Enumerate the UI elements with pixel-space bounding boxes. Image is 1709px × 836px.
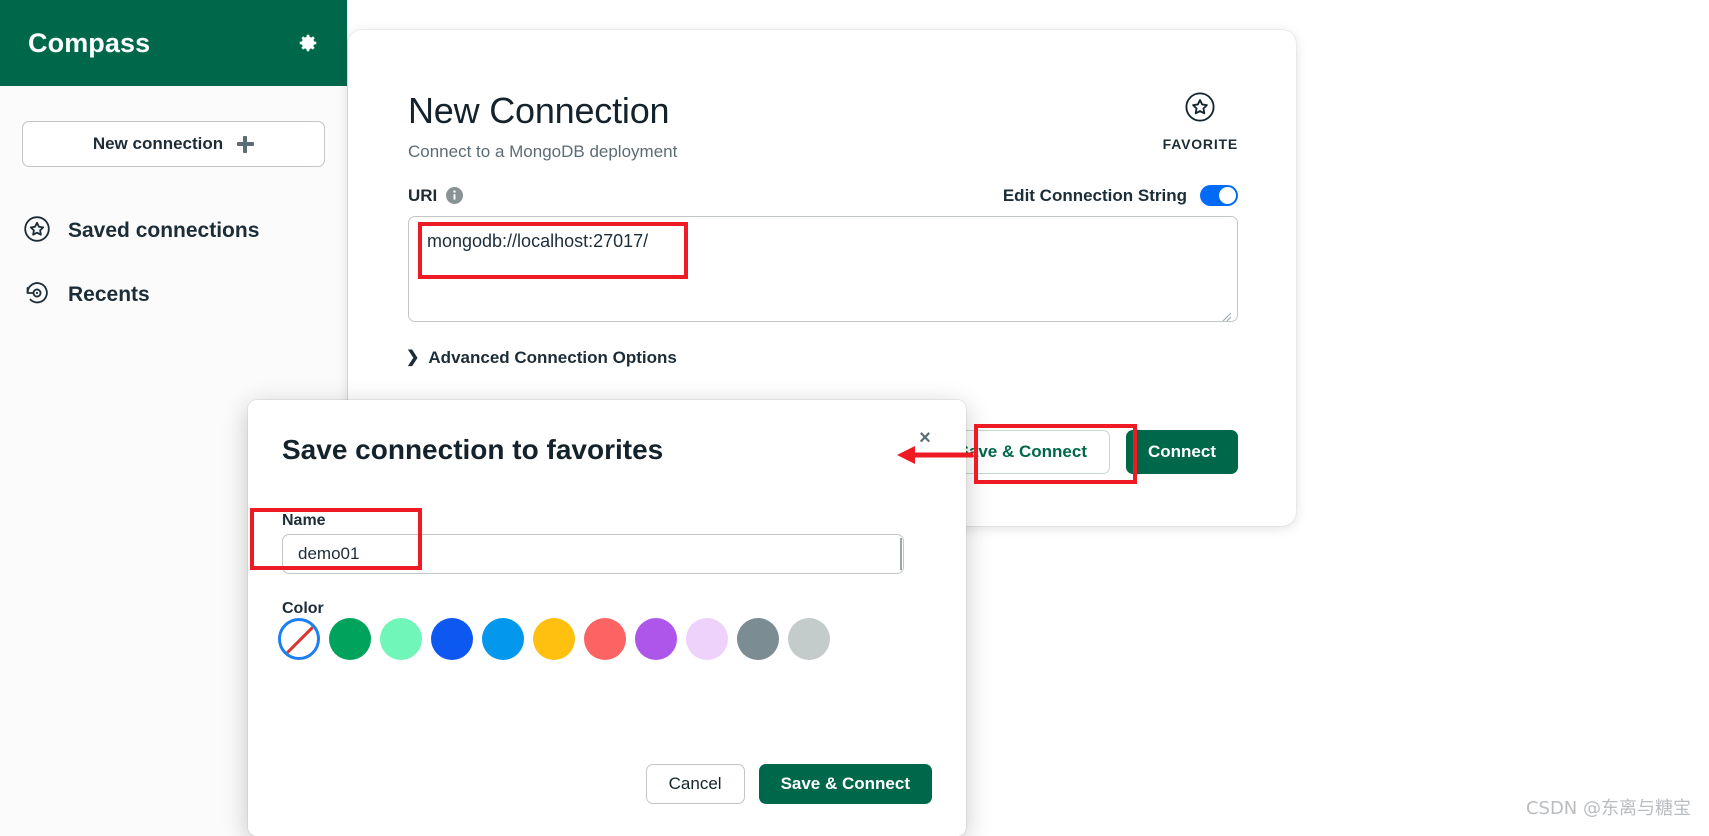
sidebar-item-recents[interactable]: Recents — [0, 273, 347, 317]
sidebar-item-label: Saved connections — [68, 219, 260, 242]
modal-save-and-connect-button[interactable]: Save & Connect — [758, 764, 932, 804]
sidebar-item-saved-connections[interactable]: Saved connections — [0, 209, 347, 253]
card-actions: Save & Connect Connect — [934, 430, 1238, 474]
color-swatch-list — [278, 618, 830, 660]
edit-connection-string-group: Edit Connection String — [1003, 185, 1238, 206]
name-label: Name — [282, 512, 326, 529]
close-icon[interactable]: × — [914, 427, 936, 449]
text-caret — [900, 538, 902, 570]
advanced-connection-options-label: Advanced Connection Options — [428, 348, 677, 367]
color-label: Color — [282, 600, 324, 617]
color-swatch-purple[interactable] — [635, 618, 677, 660]
cancel-button[interactable]: Cancel — [645, 764, 745, 804]
history-clock-icon — [22, 278, 52, 313]
favorite-label: FAVORITE — [1162, 136, 1238, 152]
connect-button[interactable]: Connect — [1126, 430, 1238, 474]
page-title: New Connection — [408, 90, 670, 131]
color-swatch-light-purple[interactable] — [686, 618, 728, 660]
color-swatch-light-blue[interactable] — [482, 618, 524, 660]
uri-label: URI — [408, 185, 438, 205]
star-circle-icon — [1183, 90, 1217, 129]
uri-row: URI Edit Connection String — [408, 185, 1238, 206]
edit-connection-string-toggle[interactable] — [1200, 185, 1238, 206]
page-right-margin — [1568, 0, 1709, 836]
new-connection-button[interactable]: New connection — [22, 121, 325, 167]
save-to-favorites-modal: × Save connection to favorites Name Colo… — [248, 400, 966, 836]
color-swatch-red[interactable] — [584, 618, 626, 660]
gear-icon[interactable] — [297, 32, 319, 54]
edit-connection-string-label: Edit Connection String — [1002, 185, 1187, 205]
color-swatch-blue[interactable] — [431, 618, 473, 660]
color-swatch-no-color[interactable] — [278, 618, 320, 660]
watermark: CSDN @东离与糖宝 — [1525, 798, 1691, 819]
new-connection-label: New connection — [92, 134, 224, 153]
favorite-toggle-button[interactable]: FAVORITE — [1163, 90, 1238, 152]
color-swatch-yellow[interactable] — [533, 618, 575, 660]
sidebar-header: Compass — [0, 0, 347, 86]
sidebar-item-label: Recents — [68, 283, 150, 306]
compass-window: Compass New connection Saved connections — [0, 0, 1709, 836]
color-swatch-light-gray[interactable] — [788, 618, 830, 660]
chevron-right-icon: ❯ — [406, 349, 420, 366]
color-swatch-mint[interactable] — [380, 618, 422, 660]
info-icon[interactable] — [446, 187, 464, 204]
uri-input[interactable] — [408, 216, 1238, 322]
uri-label-group: URI — [408, 185, 464, 206]
color-swatch-green[interactable] — [329, 618, 371, 660]
modal-title: Save connection to favorites — [282, 434, 664, 465]
plus-icon — [237, 135, 255, 153]
color-swatch-gray[interactable] — [737, 618, 779, 660]
toggle-knob — [1219, 187, 1236, 204]
modal-actions: Cancel Save & Connect — [645, 764, 932, 804]
name-input[interactable] — [282, 534, 904, 574]
advanced-connection-options-toggle[interactable]: ❯ Advanced Connection Options — [406, 348, 677, 368]
page-subtitle: Connect to a MongoDB deployment — [408, 142, 678, 161]
star-circle-icon — [22, 214, 52, 249]
app-brand-title: Compass — [28, 27, 151, 58]
